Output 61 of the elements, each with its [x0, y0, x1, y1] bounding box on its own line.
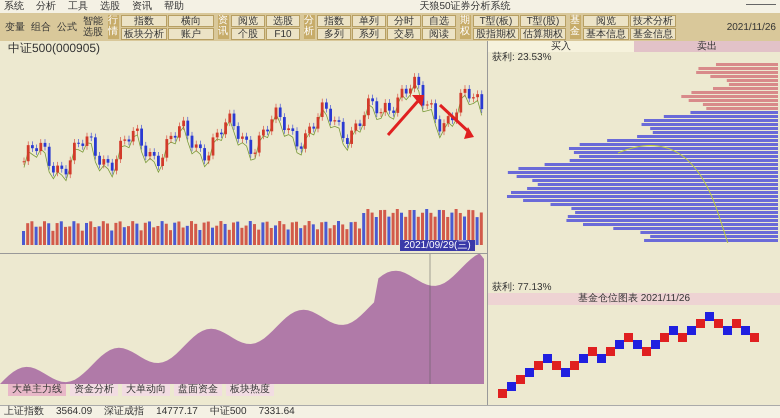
panel-tab[interactable]: 买入	[488, 41, 634, 52]
toolbar-button[interactable]: 自选	[422, 14, 456, 26]
toolbar-button[interactable]: 交易	[387, 28, 421, 40]
up-arrow	[386, 95, 424, 136]
window-title: 天狼50证券分析系统	[419, 0, 511, 12]
chart-title: 中证500(000905)	[8, 40, 100, 57]
toolbar-button[interactable]: 板块分析	[121, 28, 167, 40]
status-item: 上证指数	[4, 406, 44, 418]
sub-tab[interactable]: 大单动向	[122, 384, 170, 396]
group-label: 资讯	[218, 15, 229, 39]
tool-button[interactable]: 智能选股	[82, 16, 104, 38]
menu-item[interactable]: 工具	[68, 0, 88, 12]
menu-item[interactable]: 资讯	[132, 0, 152, 12]
toolbar-button[interactable]: 基金信息	[630, 28, 676, 40]
toolbar-button[interactable]: 账户	[168, 28, 214, 40]
toolbar-button[interactable]: 选股	[266, 14, 300, 26]
toolbar-button[interactable]: 阅览	[231, 14, 265, 26]
status-item: 深证成指	[104, 406, 144, 418]
group-label: 行情	[108, 15, 119, 39]
toolbar-button[interactable]: T型(板)	[473, 14, 519, 26]
profit-label: 获利: 23.53%	[491, 52, 552, 63]
crosshair-date-label: 2021/09/29(三)	[400, 240, 475, 251]
panel-tab[interactable]: 卖出	[634, 41, 780, 52]
menu-item[interactable]: 选股	[100, 0, 120, 12]
status-item: 3564.09	[56, 406, 92, 418]
toolbar-button[interactable]: 估算期权	[520, 28, 566, 40]
toolbar-button[interactable]: T型(股)	[520, 14, 566, 26]
toolbar-button[interactable]: 阅读	[422, 28, 456, 40]
group-label: 期权	[460, 15, 471, 39]
toolbar-button[interactable]: F10	[266, 28, 300, 40]
menu-item[interactable]: 系统	[4, 0, 24, 12]
menu-item[interactable]: 帮助	[164, 0, 184, 12]
toolbar-button[interactable]: 阅览	[583, 14, 629, 26]
toolbar-button[interactable]: 分时	[387, 14, 421, 26]
menu-item[interactable]: 分析	[36, 0, 56, 12]
toolbar-button[interactable]: 个股	[231, 28, 265, 40]
toolbar-button[interactable]: 指数	[317, 14, 351, 26]
toolbar-button[interactable]: 横向	[168, 14, 214, 26]
toolbar-button[interactable]: 技术分析	[630, 14, 676, 26]
toolbar-button[interactable]: 基本信息	[583, 28, 629, 40]
group-label: 基金	[570, 15, 581, 39]
toolbar-button[interactable]: 单列	[352, 14, 386, 26]
down-arrow	[438, 104, 474, 139]
panel-header: 基金仓位图表 2021/11/26	[488, 293, 780, 305]
toolbar-button[interactable]: 多列	[317, 28, 351, 40]
sub-tab[interactable]: 资金分析	[70, 384, 118, 396]
toolbar-button[interactable]: 系列	[352, 28, 386, 40]
sub-tab[interactable]: 板块热度	[226, 384, 274, 396]
tool-button[interactable]: 公式	[56, 22, 78, 32]
sub-tab[interactable]: 大单主力线	[8, 384, 66, 396]
toolbar-button[interactable]: 指数	[121, 14, 167, 26]
status-item: 中证500	[210, 406, 247, 418]
status-item: 14777.17	[156, 406, 198, 418]
sub-tab[interactable]: 盘面资金	[174, 384, 222, 396]
tool-button[interactable]: 组合	[30, 22, 52, 32]
toolbar-button[interactable]: 股指期权	[473, 28, 519, 40]
profit-label: 获利: 77.13%	[491, 282, 552, 293]
status-item: 7331.64	[258, 406, 295, 418]
group-label: 分析	[304, 15, 315, 39]
date-label: 2021/11/26	[726, 20, 776, 34]
tool-button[interactable]: 变量	[4, 22, 26, 32]
